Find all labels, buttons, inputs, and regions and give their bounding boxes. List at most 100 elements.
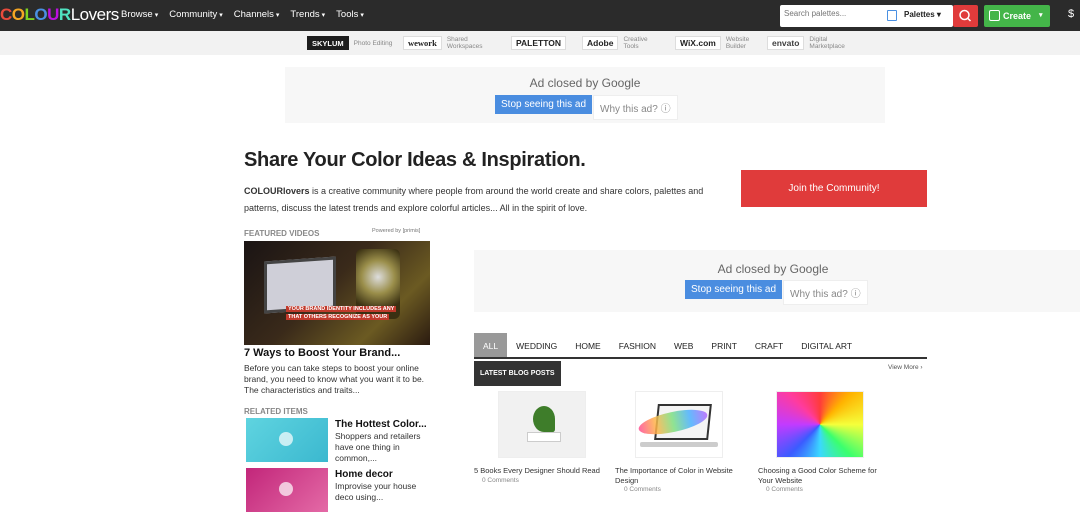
- sponsor-name: WiX.com: [675, 36, 721, 50]
- tab-home[interactable]: Home: [566, 333, 610, 357]
- search-box: Palettes ▾: [780, 5, 953, 27]
- nav-label: Channels: [233, 9, 274, 20]
- sponsor-envato[interactable]: envato Digital Marketplace: [767, 35, 849, 51]
- join-community-button[interactable]: Join the Community!: [741, 170, 927, 207]
- intro-text: COLOURlovers is a creative community whe…: [244, 183, 734, 217]
- tab-web[interactable]: Web: [665, 333, 702, 357]
- logo-letter: L: [24, 5, 35, 24]
- stop-seeing-ad-button[interactable]: Stop seeing this ad: [495, 95, 593, 114]
- nav-label: Community: [169, 9, 218, 20]
- ad-placeholder-top: Ad closed by Google Stop seeing this ad …: [285, 67, 885, 123]
- dollar-icon[interactable]: $: [1068, 8, 1074, 20]
- site-logo[interactable]: COLOURLovers: [0, 5, 119, 25]
- sponsor-sub: Website Builder: [725, 36, 750, 50]
- chevron-down-icon: ▾: [321, 12, 326, 19]
- plant-image: [533, 406, 555, 432]
- blog-post-thumbnail[interactable]: [776, 391, 864, 458]
- sponsor-name: PALETTON: [511, 36, 567, 50]
- stop-seeing-ad-button[interactable]: Stop seeing this ad: [685, 280, 783, 299]
- sponsor-sub: Creative Tools: [623, 36, 648, 50]
- blog-post-thumbnail[interactable]: [635, 391, 723, 458]
- search-icon: [959, 9, 972, 22]
- palette-icon: [887, 10, 897, 21]
- ad-closed-text: Ad closed by Google: [717, 262, 829, 276]
- blog-post-comments[interactable]: 0 Comments: [482, 477, 519, 484]
- chevron-down-icon: ▾: [1039, 12, 1043, 19]
- related-item-title[interactable]: Home decor: [335, 469, 393, 480]
- nav-tools[interactable]: Tools ▾: [336, 9, 364, 20]
- tab-wedding[interactable]: Wedding: [507, 333, 566, 357]
- video-caption-line: that others recognize as your: [286, 314, 390, 320]
- search-button[interactable]: [953, 5, 978, 27]
- why-this-ad-button[interactable]: Why this ad? ⓘ: [783, 280, 868, 305]
- tab-digital-art[interactable]: Digital Art: [792, 333, 861, 357]
- tab-fashion[interactable]: Fashion: [610, 333, 665, 357]
- blog-post-title[interactable]: Choosing a Good Color Scheme for Your We…: [758, 466, 893, 485]
- sponsor-sub: Digital Marketplace: [809, 36, 845, 50]
- blog-post-title[interactable]: The Importance of Color in Website Desig…: [615, 466, 750, 485]
- chevron-down-icon: ▾: [154, 12, 159, 19]
- nav-label: Browse: [121, 9, 153, 20]
- create-button[interactable]: Create ▾: [984, 5, 1050, 27]
- nav-label: Tools: [336, 9, 359, 20]
- blog-post-comments[interactable]: 0 Comments: [766, 486, 803, 493]
- nav-label: Trends: [290, 9, 320, 20]
- chevron-down-icon: ▾: [360, 12, 364, 19]
- page-headline: Share Your Color Ideas & Inspiration.: [244, 149, 586, 171]
- create-label: Create: [1003, 11, 1032, 21]
- sponsor-sub: Photo Editing: [353, 39, 393, 47]
- blog-post-comments[interactable]: 0 Comments: [624, 486, 661, 493]
- powered-by-label: Powered by [primis]: [372, 228, 421, 234]
- book-image: [527, 432, 561, 442]
- logo-letter: C: [0, 5, 12, 24]
- logo-letter: U: [47, 5, 59, 24]
- view-more-link[interactable]: View More ›: [888, 364, 923, 371]
- video-description: Before you can take steps to boost your …: [244, 363, 425, 395]
- related-thumbnail[interactable]: [246, 468, 328, 512]
- blog-post-title[interactable]: 5 Books Every Designer Should Read: [474, 466, 609, 476]
- nav-channels[interactable]: Channels ▾: [234, 9, 280, 20]
- nav-browse[interactable]: Browse ▾: [121, 9, 158, 20]
- sponsor-name: wework: [403, 36, 442, 50]
- tab-craft[interactable]: Craft: [746, 333, 792, 357]
- logo-suffix: Lovers: [70, 5, 120, 24]
- search-type-select[interactable]: Palettes ▾: [904, 10, 941, 19]
- related-item-title[interactable]: The Hottest Color...: [335, 419, 427, 430]
- logo-letter: O: [34, 5, 48, 24]
- play-icon: [279, 432, 293, 446]
- tab-all[interactable]: All: [474, 333, 508, 357]
- video-caption-line: Your brand identity includes any: [286, 306, 397, 312]
- chevron-down-icon: ▾: [934, 10, 941, 19]
- video-title[interactable]: 7 Ways to Boost Your Brand...: [244, 347, 400, 359]
- blog-post-thumbnail[interactable]: [498, 391, 586, 458]
- sponsor-name: SKYLUM: [307, 36, 349, 50]
- related-thumbnail[interactable]: [246, 418, 328, 462]
- sponsor-bar: SKYLUM Photo Editing wework Shared Workspa…: [0, 31, 1080, 55]
- sponsor-skylum[interactable]: SKYLUM Photo Editing: [307, 35, 394, 51]
- create-icon: [989, 10, 1000, 21]
- related-item-desc: Improvise your house deco using...: [335, 481, 417, 502]
- ad-placeholder-mid: Ad closed by Google Stop seeing this ad …: [474, 250, 1080, 312]
- sponsor-adobe[interactable]: Adobe Creative Tools: [582, 35, 663, 51]
- latest-blog-posts-label: Latest Blog Posts: [474, 361, 561, 386]
- logo-letter: R: [58, 5, 71, 24]
- featured-videos-label: Featured Videos: [244, 229, 320, 238]
- why-this-ad-button[interactable]: Why this ad? ⓘ: [593, 95, 678, 120]
- sponsor-wework[interactable]: wework Shared Workspaces: [403, 35, 487, 51]
- search-input[interactable]: [784, 9, 884, 18]
- nav-community[interactable]: Community ▾: [169, 9, 223, 20]
- tab-print[interactable]: Print: [702, 333, 746, 357]
- video-caption: Your brand identity includes any that oth…: [286, 305, 426, 321]
- featured-video-thumbnail[interactable]: Your brand identity includes any that oth…: [244, 241, 430, 345]
- search-type-label: Palettes: [904, 10, 935, 19]
- sponsor-wix[interactable]: WiX.com Website Builder: [675, 35, 766, 51]
- ad-closed-text: Ad closed by Google: [529, 76, 641, 90]
- intro-brand: COLOURlovers: [244, 186, 310, 196]
- main-nav: Browse ▾ Community ▾ Channels ▾ Trends ▾ Too…: [121, 9, 375, 20]
- sponsor-name: envato: [767, 36, 805, 50]
- nav-trends[interactable]: Trends ▾: [290, 9, 325, 20]
- play-icon: [279, 482, 293, 496]
- laptop-base-image: [640, 442, 718, 447]
- sponsor-paletton[interactable]: PALETTON: [511, 35, 567, 51]
- blog-category-tabs: All Wedding Home Fashion Web Print Craft…: [474, 333, 927, 359]
